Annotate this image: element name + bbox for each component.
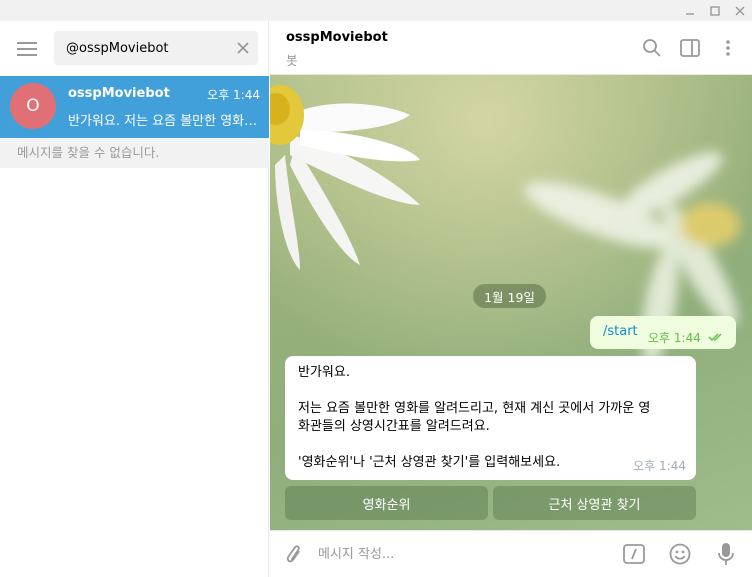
compose-bar xyxy=(270,530,752,577)
sidebar-toggle-icon[interactable] xyxy=(678,36,702,60)
no-messages-found: 메시지를 찾을 수 없습니다. xyxy=(0,138,269,168)
peer-status: 봇 xyxy=(286,53,298,68)
paperclip-icon[interactable] xyxy=(280,542,304,566)
incoming-message[interactable]: 반가워요. 저는 요즘 볼만한 영화를 알려드리고, 현재 계신 곳에서 가까운… xyxy=(285,356,696,480)
dialogs-panel: O osspMoviebot 오후 1:44 반가워요. 저는 요즘 볼만한 영… xyxy=(0,21,269,577)
emoji-icon[interactable] xyxy=(668,542,692,566)
message-time: 오후 1:44 xyxy=(648,331,701,345)
window-titlebar xyxy=(0,0,752,21)
double-check-icon xyxy=(708,331,726,346)
search-icon[interactable] xyxy=(640,36,664,60)
chat-history: 1월 19일 /start 오후 1:44 반가워요. 저는 요즘 볼만한 영화… xyxy=(270,75,752,530)
message-line-gap xyxy=(298,382,688,400)
message-text: 반가워요. 저는 요즘 볼만한 영화를 알려드리고, 현재 계신 곳에서 가까운… xyxy=(298,364,688,472)
message-line: 화관들의 상영시간표를 알려드려요. xyxy=(298,419,490,434)
maximize-icon[interactable] xyxy=(703,0,727,21)
message-line: 저는 요즘 볼만한 영화를 알려드리고, 현재 계신 곳에서 가까운 영 xyxy=(298,401,651,416)
outgoing-message[interactable]: /start 오후 1:44 xyxy=(590,316,736,349)
peer-name[interactable]: osspMoviebot xyxy=(286,30,388,45)
message-line: '영화순위'나 '근처 상영관 찾기'를 입력해보세요. xyxy=(298,455,561,470)
hamburger-menu-icon[interactable] xyxy=(14,38,40,60)
message-input[interactable] xyxy=(318,541,608,567)
chat-header: osspMoviebot 봇 xyxy=(270,21,752,75)
chat-time: 오후 1:44 xyxy=(207,88,260,102)
bot-command-icon[interactable] xyxy=(622,542,646,566)
date-divider: 1월 19일 xyxy=(473,284,546,308)
minimize-icon[interactable] xyxy=(678,0,702,21)
message-line: 반가워요. xyxy=(298,365,350,380)
message-command-link[interactable]: /start xyxy=(603,324,638,339)
chat-list-item[interactable]: O osspMoviebot 오후 1:44 반가워요. 저는 요즘 볼만한 영… xyxy=(0,76,269,138)
chat-preview: 반가워요. 저는 요즘 볼만한 영화를 알려드리고, 현재 계신 곳에서 가까운… xyxy=(68,114,258,129)
message-time: 오후 1:44 xyxy=(633,459,686,473)
search-input[interactable] xyxy=(66,31,226,65)
microphone-icon[interactable] xyxy=(714,542,738,566)
clear-search-icon[interactable] xyxy=(234,39,252,57)
search-box xyxy=(54,31,258,65)
chat-name: osspMoviebot xyxy=(68,86,170,101)
close-window-icon[interactable] xyxy=(728,0,752,21)
avatar: O xyxy=(10,83,56,129)
more-options-icon[interactable] xyxy=(716,36,740,60)
keyboard-button-nearby-theater[interactable]: 근처 상영관 찾기 xyxy=(493,486,696,520)
message-line-gap xyxy=(298,436,688,454)
keyboard-button-movie-ranking[interactable]: 영화순위 xyxy=(285,486,488,520)
